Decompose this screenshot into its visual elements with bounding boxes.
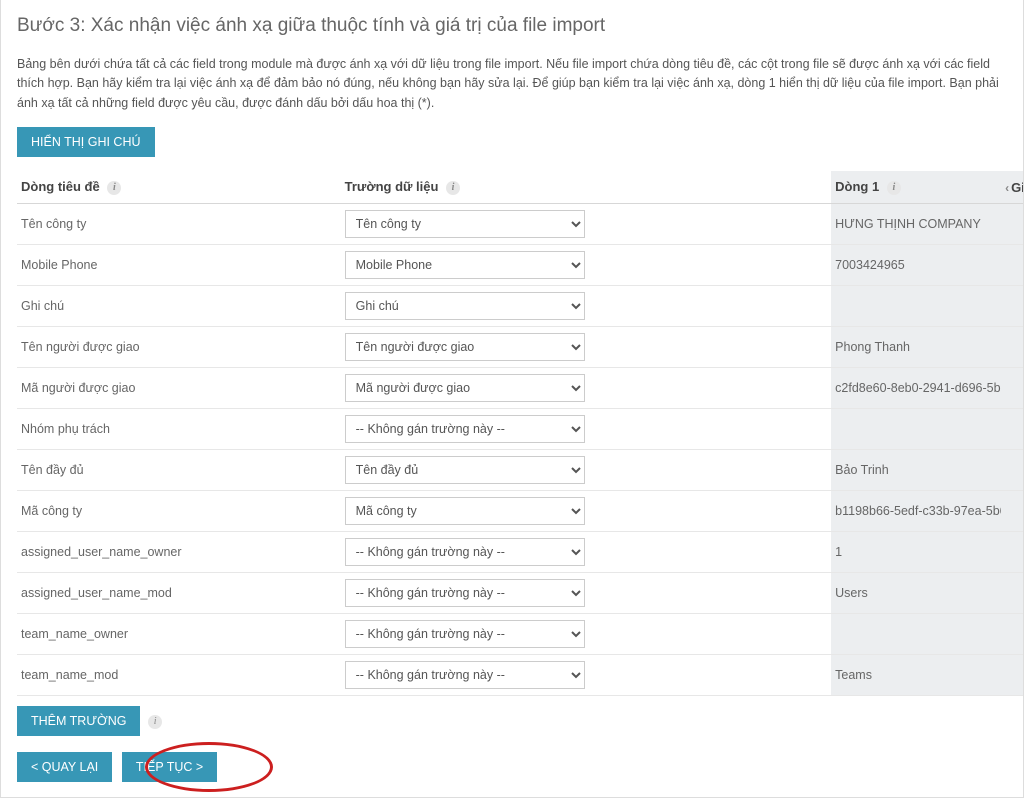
default-cell [1001, 655, 1024, 696]
header-cell: assigned_user_name_mod [17, 573, 341, 614]
field-select[interactable]: Mobile Phone [345, 251, 585, 279]
info-icon[interactable]: i [446, 181, 460, 195]
field-select[interactable]: -- Không gán trường này -- [345, 661, 585, 689]
back-button[interactable]: < QUAY LẠI [17, 752, 112, 782]
field-cell: -- Không gán trường này -- [341, 573, 832, 614]
field-select[interactable]: Ghi chú [345, 292, 585, 320]
default-cell [1001, 573, 1024, 614]
field-cell: Mobile Phone [341, 245, 832, 286]
default-cell [1001, 286, 1024, 327]
field-cell: Mã người được giao [341, 368, 832, 409]
field-select[interactable]: Mã người được giao [345, 374, 585, 402]
default-cell [1001, 204, 1024, 245]
page-title: Bước 3: Xác nhận việc ánh xạ giữa thuộc … [17, 15, 1007, 37]
default-cell [1001, 327, 1024, 368]
header-cell: Mã công ty [17, 491, 341, 532]
field-cell: -- Không gán trường này -- [341, 532, 832, 573]
field-select[interactable]: Tên công ty [345, 210, 585, 238]
table-row: Mã người được giaoMã người được giao c2fd… [17, 368, 1024, 409]
field-select[interactable]: -- Không gán trường này -- [345, 538, 585, 566]
header-cell: Ghi chú [17, 286, 341, 327]
field-cell: Tên đầy đủ [341, 450, 832, 491]
row1-cell: b1198b66-5edf-c33b-97ea-5b6ac91 [831, 491, 1001, 532]
field-cell: Mã công ty [341, 491, 832, 532]
chevron-left-icon[interactable]: ‹ [1005, 181, 1009, 195]
field-select[interactable]: -- Không gán trường này -- [345, 415, 585, 443]
field-cell: -- Không gán trường này -- [341, 409, 832, 450]
col-field-title: Trường dữ liệu i [341, 171, 832, 204]
row1-cell: Bảo Trinh [831, 450, 1001, 491]
mapping-table: Dòng tiêu đề i Trường dữ liệu i Dòng 1 i… [17, 171, 1024, 696]
default-cell [1001, 368, 1024, 409]
step-description: Bảng bên dưới chứa tất cả các field tron… [17, 55, 1007, 113]
table-row: Tên công tyTên công ty HƯNG THỊNH COMPANY [17, 204, 1024, 245]
continue-button[interactable]: TIẾP TỤC > [122, 752, 217, 782]
info-icon[interactable]: i [887, 181, 901, 195]
field-select[interactable]: Tên đầy đủ [345, 456, 585, 484]
row1-cell: 1 [831, 532, 1001, 573]
row1-cell: Users [831, 573, 1001, 614]
row1-cell [831, 614, 1001, 655]
header-cell: Mobile Phone [17, 245, 341, 286]
info-icon[interactable]: i [148, 715, 162, 729]
default-cell [1001, 614, 1024, 655]
table-row: team_name_owner-- Không gán trường này -… [17, 614, 1024, 655]
table-row: Ghi chúGhi chú [17, 286, 1024, 327]
field-cell: -- Không gán trường này -- [341, 614, 832, 655]
field-cell: -- Không gán trường này -- [341, 655, 832, 696]
row1-cell [831, 286, 1001, 327]
field-cell: Tên người được giao [341, 327, 832, 368]
field-select[interactable]: -- Không gán trường này -- [345, 579, 585, 607]
row1-cell: Phong Thanh [831, 327, 1001, 368]
row1-cell: 7003424965 [831, 245, 1001, 286]
col-row1-title: Dòng 1 i [831, 171, 1001, 204]
show-notes-button[interactable]: HIỂN THỊ GHI CHÚ [17, 127, 155, 157]
default-cell [1001, 450, 1024, 491]
row1-cell: Teams [831, 655, 1001, 696]
default-cell [1001, 409, 1024, 450]
table-row: Mã công tyMã công ty b1198b66-5edf-c33b-9… [17, 491, 1024, 532]
table-row: assigned_user_name_mod-- Không gán trườn… [17, 573, 1024, 614]
header-cell: Nhóm phụ trách [17, 409, 341, 450]
field-select[interactable]: Tên người được giao [345, 333, 585, 361]
default-cell [1001, 491, 1024, 532]
default-cell [1001, 245, 1024, 286]
col-header-title: Dòng tiêu đề i [17, 171, 341, 204]
table-row: Nhóm phụ trách-- Không gán trường này -- [17, 409, 1024, 450]
table-row: Tên đầy đủTên đầy đủ Bảo Trinh [17, 450, 1024, 491]
header-cell: Tên người được giao [17, 327, 341, 368]
default-cell [1001, 532, 1024, 573]
info-icon[interactable]: i [107, 181, 121, 195]
add-field-button[interactable]: THÊM TRƯỜNG [17, 706, 140, 736]
field-cell: Ghi chú [341, 286, 832, 327]
row1-cell [831, 409, 1001, 450]
table-row: Tên người được giaoTên người được giao Ph… [17, 327, 1024, 368]
header-cell: Tên công ty [17, 204, 341, 245]
table-row: assigned_user_name_owner-- Không gán trư… [17, 532, 1024, 573]
header-cell: Mã người được giao [17, 368, 341, 409]
row1-cell: HƯNG THỊNH COMPANY [831, 204, 1001, 245]
header-cell: Tên đầy đủ [17, 450, 341, 491]
col-default-title: ‹Giá [1001, 171, 1024, 204]
table-row: Mobile PhoneMobile Phone 7003424965 [17, 245, 1024, 286]
field-select[interactable]: -- Không gán trường này -- [345, 620, 585, 648]
field-cell: Tên công ty [341, 204, 832, 245]
header-cell: assigned_user_name_owner [17, 532, 341, 573]
header-cell: team_name_mod [17, 655, 341, 696]
header-cell: team_name_owner [17, 614, 341, 655]
table-row: team_name_mod-- Không gán trường này -- T… [17, 655, 1024, 696]
field-select[interactable]: Mã công ty [345, 497, 585, 525]
row1-cell: c2fd8e60-8eb0-2941-d696-5b149e [831, 368, 1001, 409]
